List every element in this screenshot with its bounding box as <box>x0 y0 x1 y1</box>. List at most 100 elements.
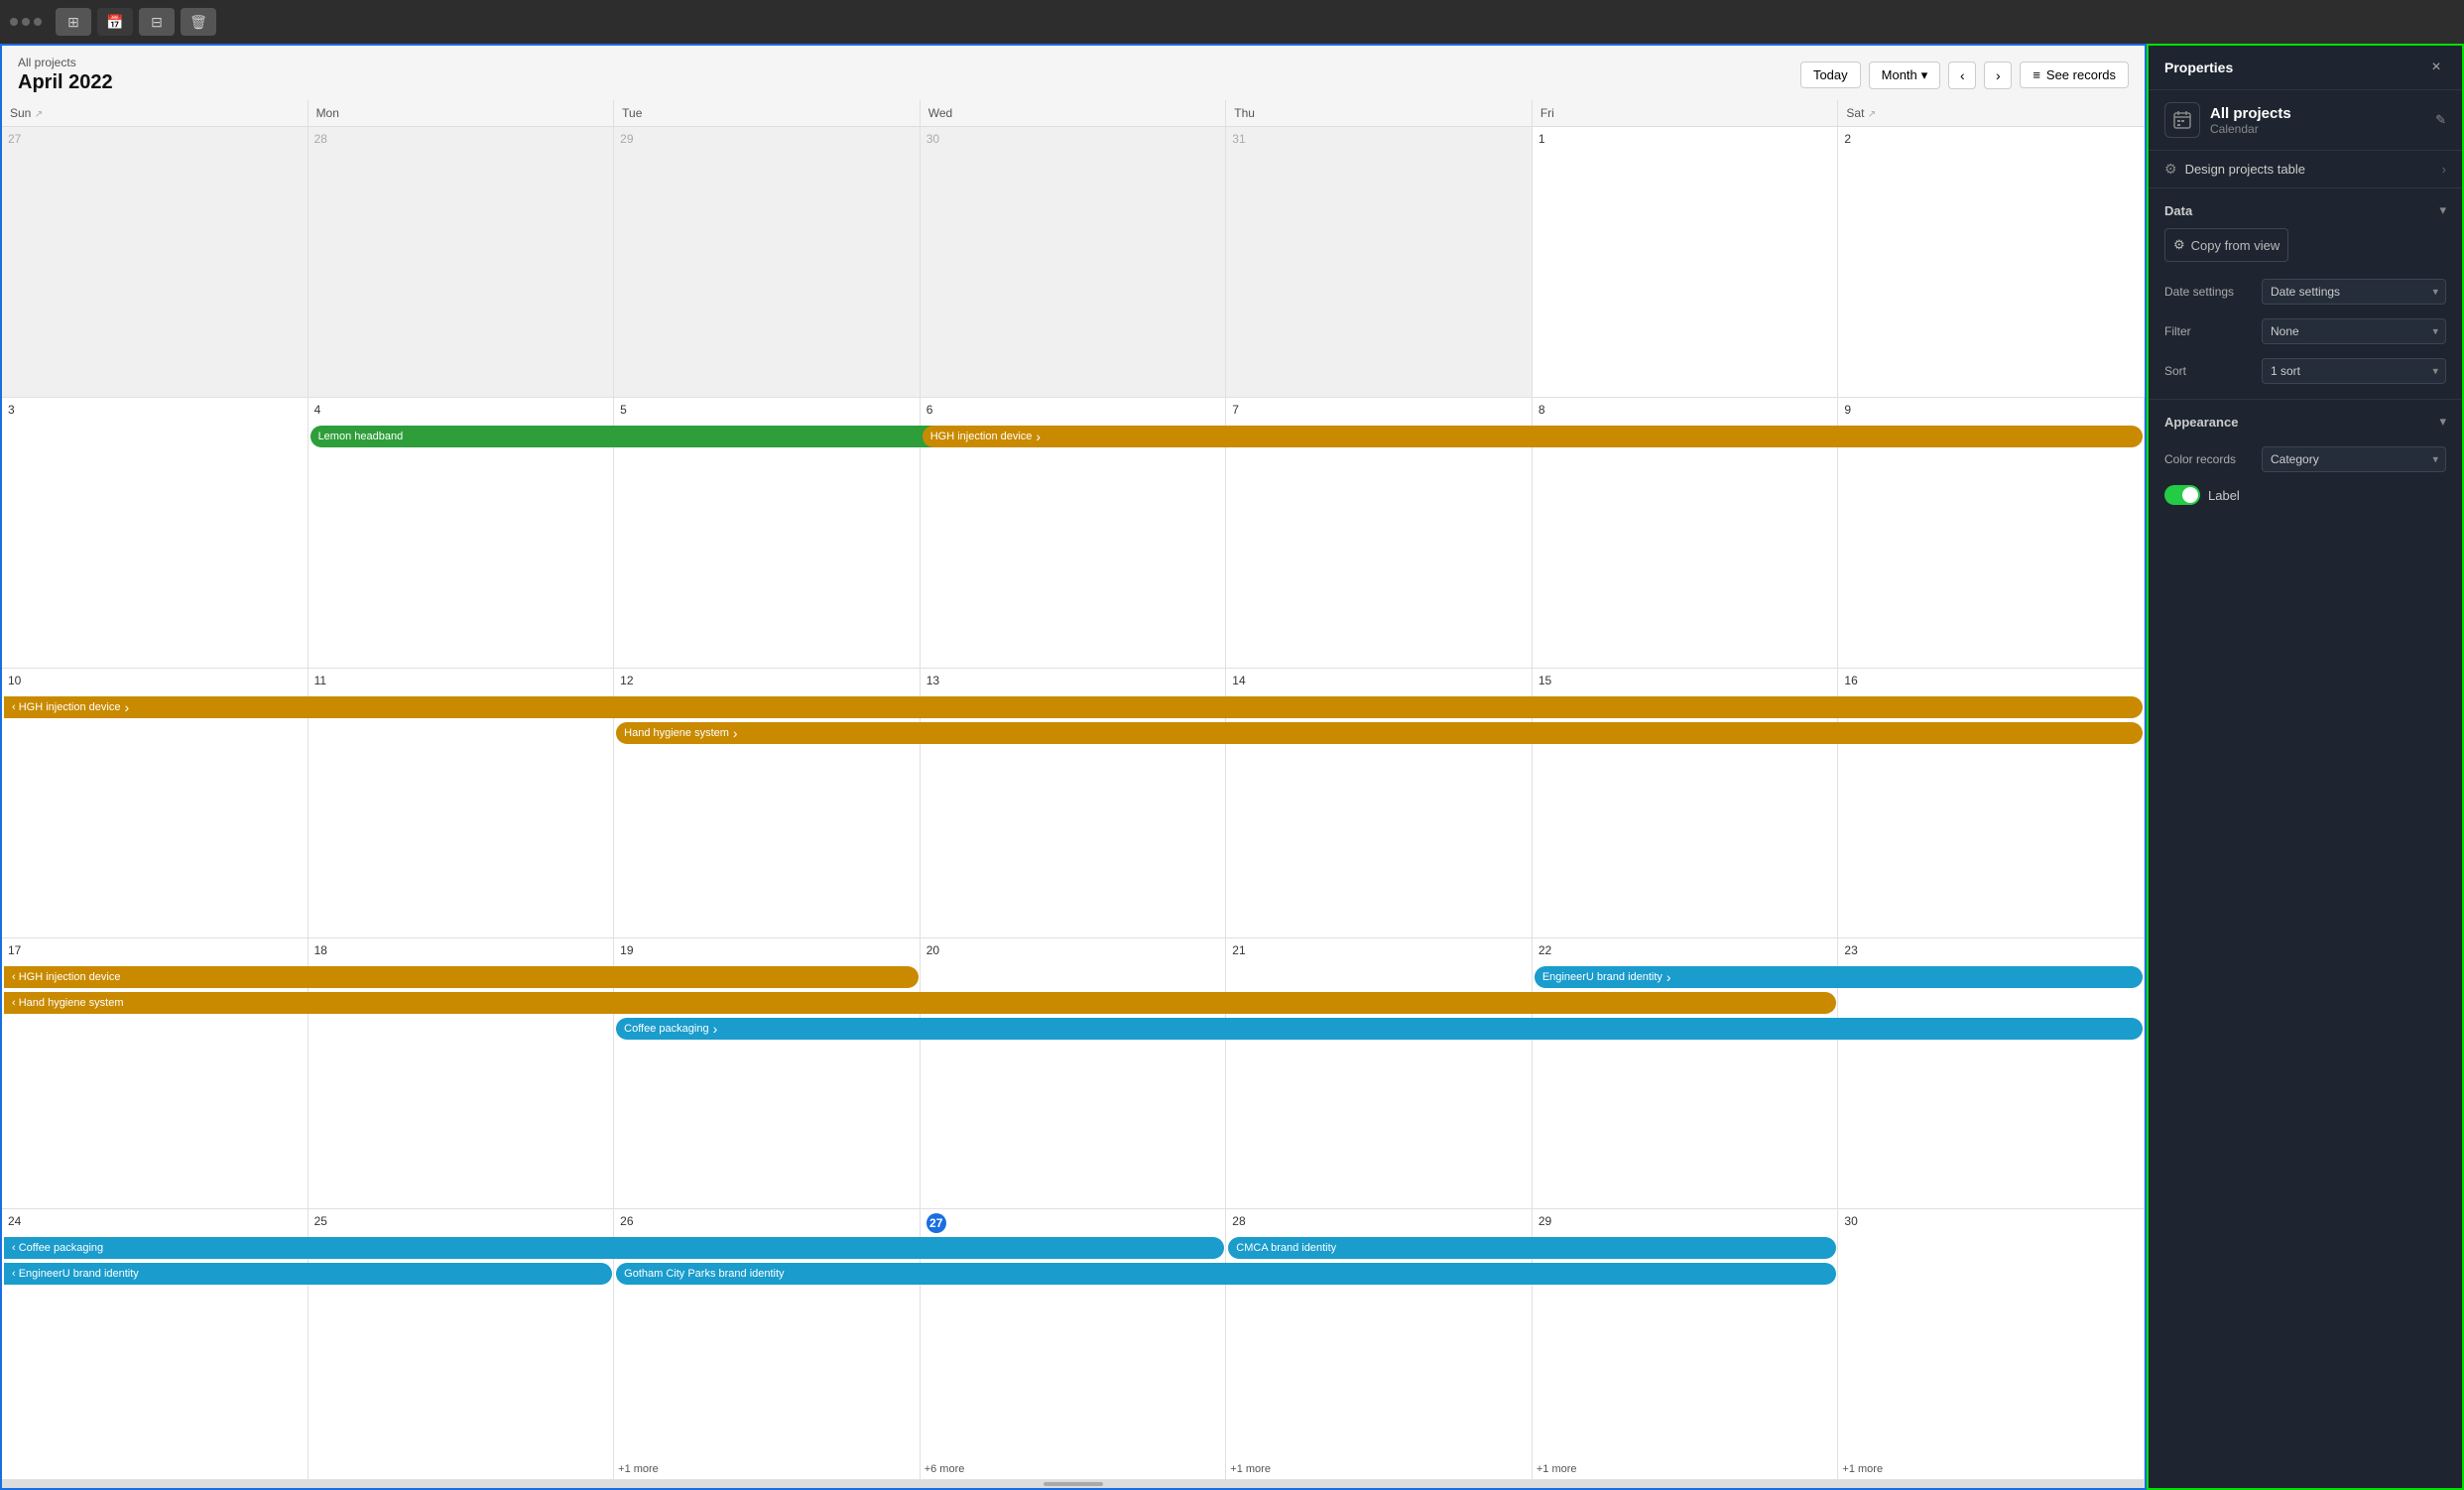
event-hand-hygiene-week3[interactable]: Hand hygiene system <box>616 722 2143 744</box>
filter-select[interactable]: None <box>2262 318 2446 344</box>
copy-from-view-label: Copy from view <box>2191 238 2280 253</box>
calendar-panel: All projects April 2022 Today Month ▾ ‹ … <box>0 44 2147 1490</box>
header-sat: Sat ↗ <box>1838 100 2145 126</box>
label-toggle[interactable] <box>2164 485 2200 505</box>
copy-from-view-icon: ⚙ <box>2173 237 2185 253</box>
event-hgh-week2[interactable]: HGH injection device <box>923 426 2143 447</box>
sort-select[interactable]: 1 sort <box>2262 358 2446 384</box>
design-projects-row[interactable]: ⚙ Design projects table › <box>2149 151 2462 187</box>
properties-panel: Properties × All projects Calendar ✎ <box>2147 44 2464 1490</box>
event-hgh-week4[interactable]: ‹ HGH injection device <box>4 966 919 988</box>
color-records-select[interactable]: Category <box>2262 446 2446 472</box>
event-hand-hygiene-week4[interactable]: ‹ Hand hygiene system <box>4 992 1836 1014</box>
resize-handle[interactable] <box>2 1480 2145 1488</box>
see-records-label: See records <box>2046 67 2116 82</box>
date-settings-select-wrapper: Date settings <box>2262 279 2446 305</box>
view-info-text: All projects Calendar <box>2210 105 2291 136</box>
calendar-view-icon <box>2164 102 2200 138</box>
label-toggle-row: Label <box>2149 479 2462 511</box>
day-cell-20: 20 <box>921 938 1227 1208</box>
event-cmca-week5[interactable]: CMCA brand identity <box>1228 1237 1836 1259</box>
today-button[interactable]: Today <box>1800 62 1861 88</box>
day-cell-2: 2 <box>1838 127 2145 397</box>
day-cell-21: 21 <box>1226 938 1533 1208</box>
event-engineeru-week4[interactable]: EngineerU brand identity <box>1535 966 2143 988</box>
toolbar-dot-3 <box>34 18 42 26</box>
props-title: Properties <box>2164 60 2233 75</box>
appearance-chevron-down-icon: ▾ <box>2439 414 2446 430</box>
toolbar-calendar-btn[interactable]: 📅 <box>97 8 133 36</box>
more-27[interactable]: +6 more <box>924 1463 965 1475</box>
event-engineeru-week5[interactable]: ‹ EngineerU brand identity <box>4 1263 612 1285</box>
toggle-knob <box>2182 487 2198 503</box>
view-type: Calendar <box>2210 122 2291 136</box>
day-cell-29-mar: 29 <box>614 127 921 397</box>
toolbar-trash-btn[interactable]: 🗑 <box>181 8 216 36</box>
date-settings-label: Date settings <box>2164 285 2254 299</box>
resize-pill <box>1044 1482 1103 1486</box>
day-cell-30: 30 <box>1838 1209 2145 1479</box>
see-records-button[interactable]: ≡ See records <box>2020 62 2129 88</box>
sort-row: Sort 1 sort <box>2149 351 2462 391</box>
appearance-section-label: Appearance <box>2164 415 2238 430</box>
view-name: All projects <box>2210 105 2291 122</box>
data-section: Data ▾ ⚙ Copy from view Date settings Da… <box>2149 188 2462 400</box>
header-wed: Wed <box>921 100 1227 126</box>
week-row-2: 3 4 5 6 7 8 9 Lemon headband <box>2 398 2145 669</box>
next-month-button[interactable]: › <box>1984 62 2012 89</box>
toolbar-dot-2 <box>22 18 30 26</box>
label-toggle-label: Label <box>2208 488 2240 503</box>
data-header-row[interactable]: Data ▾ <box>2149 196 2462 228</box>
appearance-section: Appearance ▾ Color records Category Labe… <box>2149 400 2462 519</box>
event-coffee-week4[interactable]: Coffee packaging <box>616 1018 2143 1040</box>
toolbar-dots <box>10 18 42 26</box>
design-projects-label-wrap: ⚙ Design projects table <box>2164 161 2305 178</box>
more-26[interactable]: +1 more <box>618 1463 659 1475</box>
more-29[interactable]: +1 more <box>1537 1463 1577 1475</box>
week-row-3: 10 11 12 13 14 15 16 ‹ HGH injection dev… <box>2 669 2145 939</box>
sort-select-wrapper: 1 sort <box>2262 358 2446 384</box>
toolbar-grid-btn[interactable]: ⊞ <box>56 8 91 36</box>
event-hgh-week3-1[interactable]: ‹ HGH injection device <box>4 696 2143 718</box>
week-row-4: 17 18 19 20 21 22 23 ‹ HGH injection dev… <box>2 938 2145 1209</box>
weeks-container: 27 28 29 30 31 1 2 3 4 5 6 7 8 9 <box>2 127 2145 1480</box>
date-settings-select[interactable]: Date settings <box>2262 279 2446 305</box>
header-fri: Fri <box>1533 100 1839 126</box>
calendar-title-area: All projects April 2022 <box>18 56 113 94</box>
day-cell-3: 3 <box>2 398 308 668</box>
calendar-controls: Today Month ▾ ‹ › ≡ See records <box>1800 62 2129 89</box>
header-tue: Tue <box>614 100 921 126</box>
design-projects-section: ⚙ Design projects table › <box>2149 151 2462 188</box>
month-button[interactable]: Month ▾ <box>1869 62 1941 89</box>
prev-month-button[interactable]: ‹ <box>1948 62 1976 89</box>
day-cell-1: 1 <box>1533 127 1839 397</box>
close-button[interactable]: × <box>2426 58 2446 77</box>
chevron-right-icon: › <box>2442 162 2446 177</box>
event-gotham-week5[interactable]: Gotham City Parks brand identity <box>616 1263 1836 1285</box>
props-view-info: All projects Calendar ✎ <box>2149 90 2462 151</box>
day-cell-31-mar: 31 <box>1226 127 1533 397</box>
appearance-header-row[interactable]: Appearance ▾ <box>2149 408 2462 439</box>
more-30[interactable]: +1 more <box>1842 1463 1883 1475</box>
day-cell-30-mar: 30 <box>921 127 1227 397</box>
event-coffee-week5[interactable]: ‹ Coffee packaging <box>4 1237 1224 1259</box>
calendar-grid: Sun ↗ Mon Tue Wed Thu Fri Sat ↗ 27 28 29… <box>2 100 2145 1480</box>
toolbar: ⊞ 📅 ⊟ 🗑 <box>0 0 2464 44</box>
more-28[interactable]: +1 more <box>1230 1463 1271 1475</box>
header-sun: Sun ↗ <box>2 100 308 126</box>
filter-row: Filter None <box>2149 311 2462 351</box>
toolbar-table-btn[interactable]: ⊟ <box>139 8 175 36</box>
day-headers: Sun ↗ Mon Tue Wed Thu Fri Sat ↗ <box>2 100 2145 127</box>
calendar-header: All projects April 2022 Today Month ▾ ‹ … <box>2 46 2145 100</box>
copy-from-view-button[interactable]: ⚙ Copy from view <box>2164 228 2288 262</box>
color-records-select-wrapper: Category <box>2262 446 2446 472</box>
filter-label: Filter <box>2164 324 2254 338</box>
design-projects-label: Design projects table <box>2185 162 2305 177</box>
props-header: Properties × <box>2149 46 2462 90</box>
header-mon: Mon <box>308 100 615 126</box>
data-section-label: Data <box>2164 203 2192 218</box>
edit-icon[interactable]: ✎ <box>2435 112 2446 128</box>
sort-label: Sort <box>2164 364 2254 378</box>
calendar-icon-svg <box>2172 110 2192 130</box>
color-records-label: Color records <box>2164 452 2254 466</box>
